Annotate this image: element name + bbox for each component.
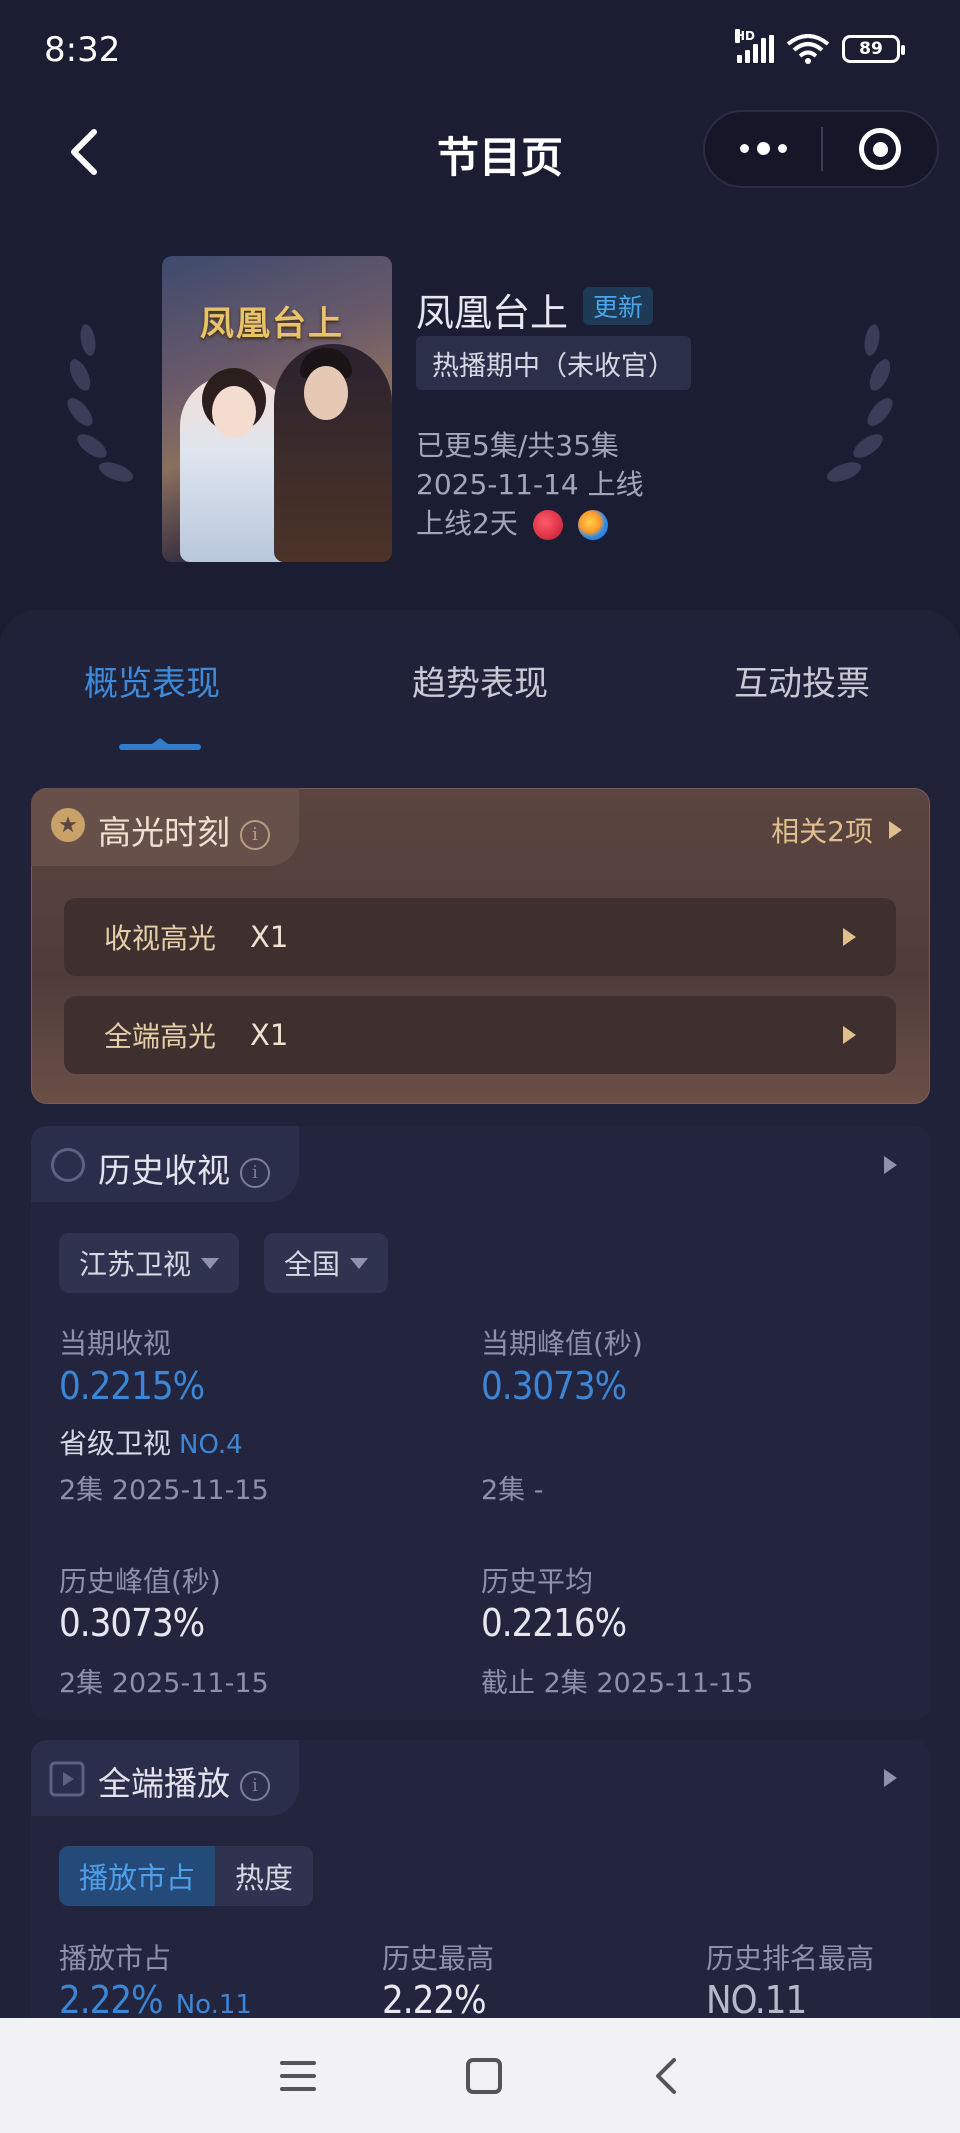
channel-value: 江苏卫视: [79, 1248, 192, 1281]
status-time: 8:32: [44, 30, 121, 70]
segment-heat[interactable]: 热度: [215, 1846, 313, 1906]
metric-sub: 2集 2025-11-15: [59, 1475, 269, 1506]
segment-market-share[interactable]: 播放市占: [59, 1846, 216, 1906]
platform-youku-icon: [577, 510, 608, 540]
rank-label: 省级卫视: [59, 1427, 172, 1460]
info-icon[interactable]: i: [240, 1157, 270, 1188]
laurel-right-icon: [826, 324, 893, 482]
expand-arrow-icon[interactable]: [884, 1156, 897, 1174]
metric-value: 0.3073%: [481, 1364, 627, 1408]
highlight-row-ratings[interactable]: 收视高光 X1: [64, 898, 896, 976]
play-arrow-icon: [843, 1026, 856, 1044]
platform-mango-icon: [532, 510, 563, 540]
history-ratings-title: 历史收视: [98, 1151, 230, 1190]
days-online: 上线2天: [416, 507, 518, 540]
tab-vote[interactable]: 互动投票: [734, 656, 870, 705]
metric-label: 历史峰值(秒): [59, 1565, 221, 1598]
channel-dropdown[interactable]: 江苏卫视: [59, 1233, 240, 1293]
metric-segmented-control: 播放市占 热度: [59, 1846, 314, 1906]
system-back-icon[interactable]: [652, 2056, 680, 2096]
mini-program-capsule: [703, 110, 939, 188]
caret-down-icon: [350, 1257, 369, 1269]
tab-trend[interactable]: 趋势表现: [412, 656, 548, 705]
battery-icon: 89: [842, 35, 905, 63]
highlight-row-allplatform[interactable]: 全端高光 X1: [64, 996, 896, 1074]
active-tab-indicator: [119, 738, 201, 750]
close-miniprogram-button[interactable]: [823, 128, 937, 170]
update-badge: 更新: [583, 287, 654, 325]
star-badge-icon: ★: [51, 808, 85, 842]
all-platform-title-row: 全端播放 i: [98, 1757, 270, 1805]
target-icon: [859, 128, 901, 170]
region-value: 全国: [284, 1248, 341, 1281]
highlight-row-label: 全端高光: [104, 1020, 217, 1053]
share-value-row: 2.22% No.11: [59, 1978, 252, 2022]
highlight-related-link[interactable]: 相关2项: [771, 810, 902, 850]
metric-value: NO.11: [706, 1978, 807, 2022]
metric-label: 历史最高: [382, 1942, 495, 1975]
days-online-row: 上线2天: [416, 502, 608, 542]
highlight-row-count: X1: [250, 920, 289, 954]
metric-value: 2.22%: [382, 1978, 487, 2022]
all-platform-title: 全端播放: [98, 1764, 230, 1803]
metric-value: 0.2215%: [59, 1364, 205, 1408]
poster-title: 凤凰台上: [200, 304, 344, 344]
wifi-icon: [786, 34, 830, 64]
status-icons: HD 89: [735, 29, 905, 64]
tab-overview[interactable]: 概览表现: [84, 656, 220, 705]
metric-label: 播放市占: [59, 1942, 172, 1975]
metric-label: 历史平均: [481, 1565, 594, 1598]
metric-sub: 2集 2025-11-15: [59, 1668, 269, 1699]
share-rank: No.11: [175, 1990, 252, 2020]
metric-value: 2.22%: [59, 1978, 164, 2022]
premiere-date: 2025-11-14 上线: [416, 468, 644, 501]
network-type-label: HD: [735, 29, 756, 43]
history-ratings-title-row: 历史收视 i: [98, 1144, 270, 1192]
region-dropdown[interactable]: 全国: [264, 1233, 389, 1293]
highlight-row-label: 收视高光: [104, 922, 217, 955]
play-box-icon: [49, 1761, 85, 1797]
metric-value: 0.3073%: [59, 1601, 205, 1645]
caret-down-icon: [201, 1257, 220, 1269]
show-poster[interactable]: 凤凰台上: [162, 256, 392, 562]
highlight-title-row: 高光时刻 i: [98, 806, 270, 854]
metric-sub: 2集 -: [481, 1475, 544, 1506]
metric-label: 当期收视: [59, 1327, 172, 1360]
episode-count: 已更5集/共35集: [416, 429, 619, 462]
metric-label: 当期峰值(秒): [481, 1327, 643, 1360]
play-arrow-icon: [843, 928, 856, 946]
menu-icon[interactable]: [280, 2060, 316, 2091]
info-icon[interactable]: i: [240, 1770, 270, 1801]
rank-value: NO.4: [179, 1430, 243, 1460]
airing-status-badge: 热播期中（未收官）: [416, 336, 691, 390]
metric-label: 历史排名最高: [706, 1942, 875, 1975]
metric-sub: 截止 2集 2025-11-15: [481, 1668, 754, 1699]
expand-arrow-icon[interactable]: [884, 1769, 897, 1787]
laurel-left-icon: [67, 324, 134, 482]
metric-value: 0.2216%: [481, 1601, 627, 1645]
system-navigation-bar: [0, 2018, 960, 2133]
play-arrow-icon: [889, 821, 902, 839]
highlight-related-label: 相关2项: [771, 815, 873, 848]
show-title: 凤凰台上: [416, 291, 569, 335]
cellular-signal-icon: HD: [735, 29, 774, 63]
highlight-title: 高光时刻: [98, 813, 230, 852]
more-icon[interactable]: [705, 141, 821, 155]
film-reel-icon: [51, 1148, 85, 1182]
info-icon[interactable]: i: [240, 819, 270, 850]
highlight-row-count: X1: [250, 1018, 289, 1052]
rank-row: 省级卫视 NO.4: [59, 1422, 243, 1462]
home-icon[interactable]: [466, 2057, 502, 2094]
